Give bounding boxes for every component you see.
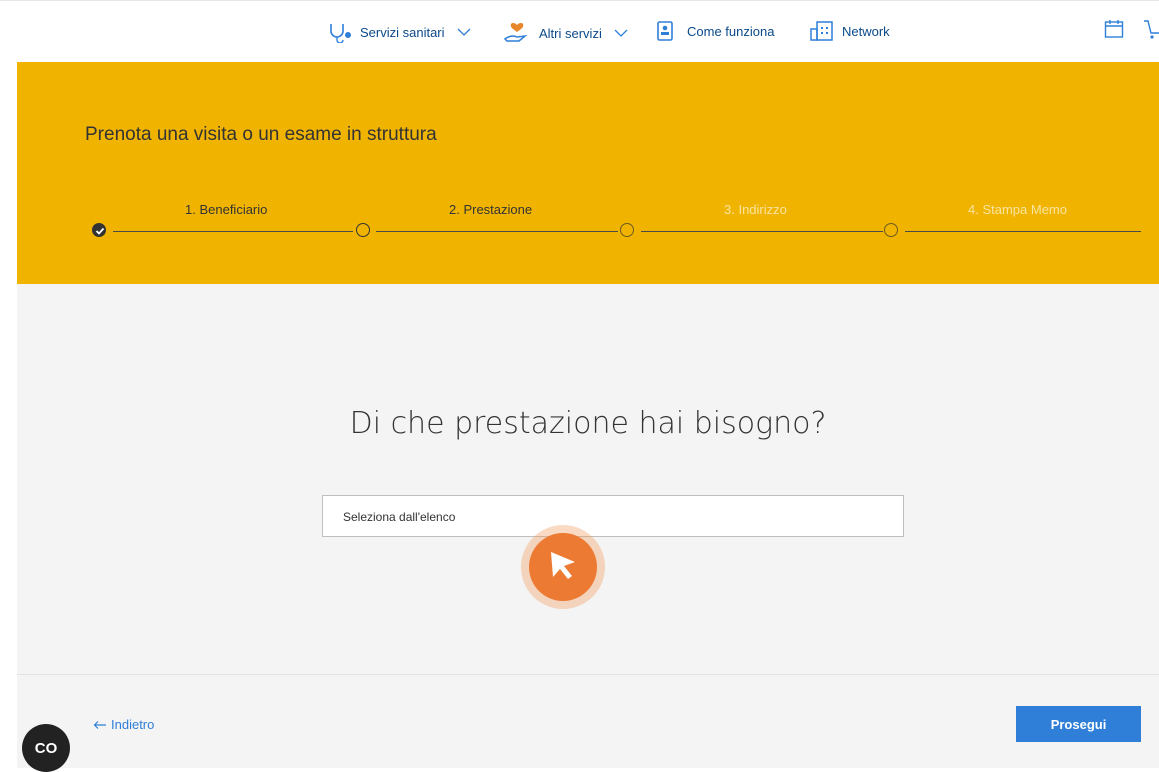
nav-servizi-sanitari[interactable]: Servizi sanitari	[328, 21, 471, 43]
main-content: Di che prestazione hai bisogno? Selezion…	[17, 284, 1159, 674]
step-1-done-icon	[92, 223, 106, 237]
check-icon	[95, 227, 105, 235]
top-navigation: Servizi sanitari Altri servizi Come funz…	[0, 0, 1159, 62]
step-label-1: 1. Beneficiario	[185, 202, 268, 217]
step-connector	[376, 231, 618, 232]
progress-stepper: 1. Beneficiario 2. Prestazione 3. Indiri…	[17, 202, 1159, 242]
step-connector	[905, 231, 1141, 232]
nav-label: Come funziona	[687, 23, 775, 39]
cursor-pointer-icon	[529, 533, 597, 601]
nav-label: Servizi sanitari	[360, 24, 445, 40]
building-icon	[810, 21, 833, 41]
step-connector	[113, 231, 353, 232]
back-link[interactable]: Indietro	[93, 717, 154, 732]
arrow-left-icon	[93, 720, 106, 729]
chat-widget-button[interactable]: CO	[22, 724, 70, 772]
chevron-down-icon	[457, 28, 470, 36]
step-label-4: 4. Stampa Memo	[968, 202, 1067, 217]
booking-hero: Prenota una visita o un esame in struttu…	[17, 62, 1159, 284]
nav-come-funziona[interactable]: Come funziona	[657, 21, 774, 41]
stethoscope-icon	[330, 24, 351, 43]
step-connector	[641, 231, 883, 232]
calendar-button[interactable]	[1104, 19, 1124, 44]
nav-network[interactable]: Network	[810, 21, 890, 41]
info-card-icon	[657, 21, 673, 41]
step-4-circle-icon	[884, 223, 898, 237]
step-label-3: 3. Indirizzo	[724, 202, 787, 217]
back-label: Indietro	[111, 717, 155, 732]
cart-button[interactable]	[1143, 19, 1159, 46]
page-title: Prenota una visita o un esame in struttu…	[85, 124, 437, 145]
question-heading: Di che prestazione hai bisogno?	[349, 406, 827, 441]
chat-label: CO	[34, 739, 58, 757]
arrow-cursor-icon	[551, 552, 575, 579]
nav-label: Network	[842, 23, 890, 39]
chevron-down-icon	[614, 29, 628, 37]
select-placeholder: Seleziona dall'elenco	[343, 510, 456, 524]
service-select[interactable]: Seleziona dall'elenco	[322, 495, 904, 537]
nav-altri-servizi[interactable]: Altri servizi	[503, 21, 628, 45]
cart-icon	[1144, 20, 1159, 39]
next-button[interactable]: Prosegui	[1016, 706, 1141, 742]
nav-label: Altri servizi	[539, 25, 602, 41]
step-2-circle-icon	[356, 223, 370, 237]
step-label-2: 2. Prestazione	[449, 202, 533, 217]
calendar-icon	[1104, 20, 1124, 38]
footer-actions: Indietro Prosegui	[17, 674, 1159, 768]
step-3-circle-icon	[620, 223, 634, 237]
hand-heart-icon	[503, 23, 528, 42]
